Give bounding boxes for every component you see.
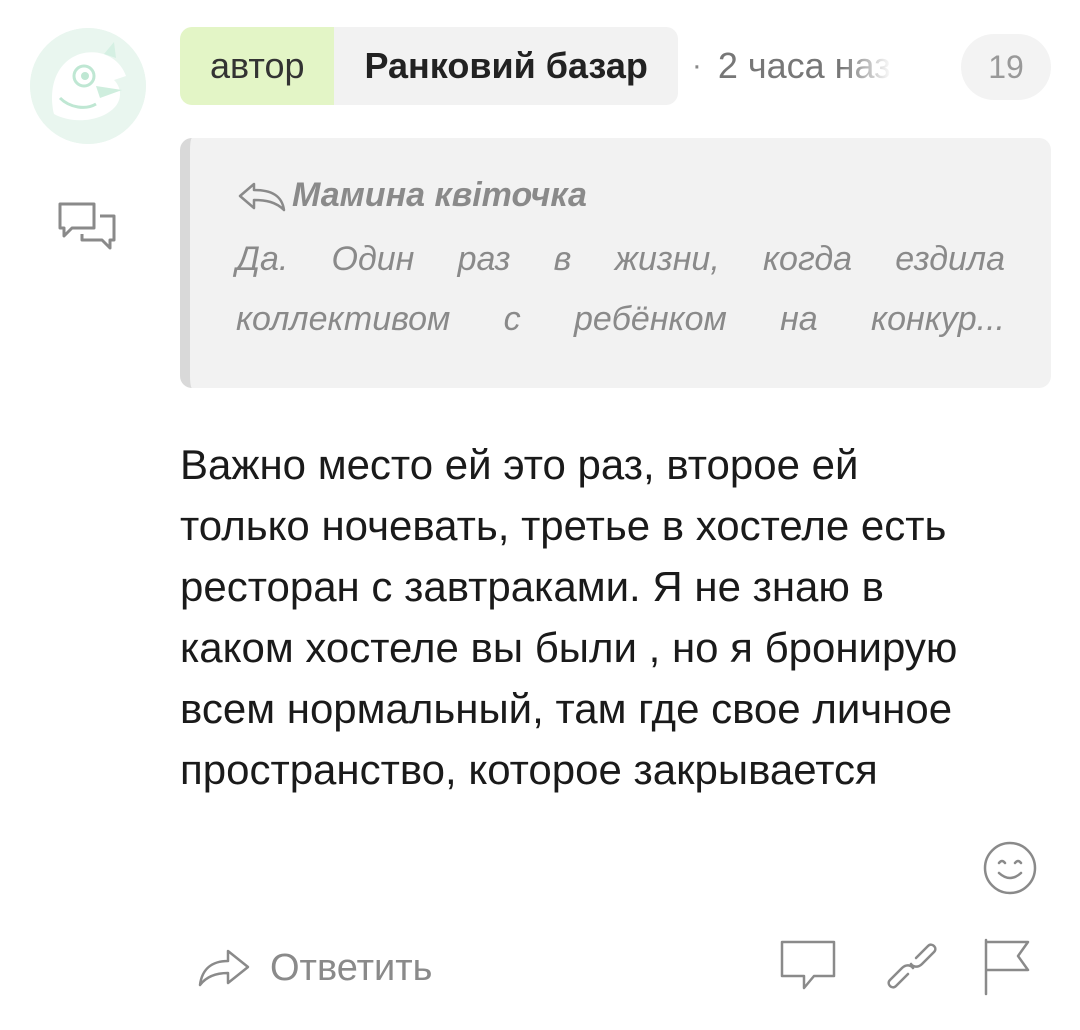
- reply-label: Ответить: [270, 946, 433, 989]
- reply-forward-icon: [198, 949, 250, 987]
- time-separator: ·: [691, 49, 702, 82]
- link-icon[interactable]: [884, 936, 940, 996]
- comment-bubble-icon[interactable]: [778, 936, 838, 996]
- comment-line: пространство, которое закрывается: [180, 746, 878, 793]
- thread-comments-icon[interactable]: [56, 198, 120, 254]
- quote-text: Да. Один раз в жизни, когда ездила колле…: [236, 229, 1005, 349]
- comment-time: · 2 часа назад: [692, 45, 892, 87]
- quote-line: коллективом с ребёнком на конкур...: [236, 300, 1005, 338]
- comment-line: Важно место ей это раз, второе ей: [180, 441, 859, 488]
- comment-line: только ночевать, третье в хостеле есть: [180, 502, 947, 549]
- comment-line: каком хостеле вы были , но я бронирую: [180, 624, 958, 671]
- quote-line: Да. Один раз в жизни, когда ездила: [236, 240, 1005, 278]
- avatar-bird-icon: [30, 28, 146, 144]
- comment-text: Важно место ей это раз, второе ей только…: [180, 434, 1050, 800]
- rating-counter[interactable]: 19: [961, 34, 1051, 100]
- comment-line: всем нормальный, там где свое личное: [180, 685, 953, 732]
- author-badge[interactable]: автор Ранковий базар: [180, 27, 678, 105]
- comment-card: автор Ранковий базар · 2 часа назад 19 М…: [0, 0, 1080, 1030]
- flag-icon[interactable]: [980, 936, 1032, 998]
- quoted-comment[interactable]: Мамина квіточка Да. Один раз в жизни, ко…: [180, 138, 1051, 388]
- author-name[interactable]: Ранковий базар: [334, 27, 678, 105]
- author-tag: автор: [180, 27, 335, 105]
- comment-line: ресторан с завтраками. Я не знаю в: [180, 563, 884, 610]
- comment-header: автор Ранковий базар · 2 часа назад: [180, 27, 892, 105]
- reply-button[interactable]: Ответить: [196, 940, 432, 996]
- time-text: 2 часа назад: [717, 45, 892, 86]
- emoji-icon[interactable]: [982, 840, 1038, 896]
- quote-author-name: Мамина квіточка: [292, 176, 587, 214]
- quote-author: Мамина квіточка: [236, 176, 1005, 215]
- reply-arrow-icon: [238, 182, 286, 211]
- avatar[interactable]: [30, 28, 146, 144]
